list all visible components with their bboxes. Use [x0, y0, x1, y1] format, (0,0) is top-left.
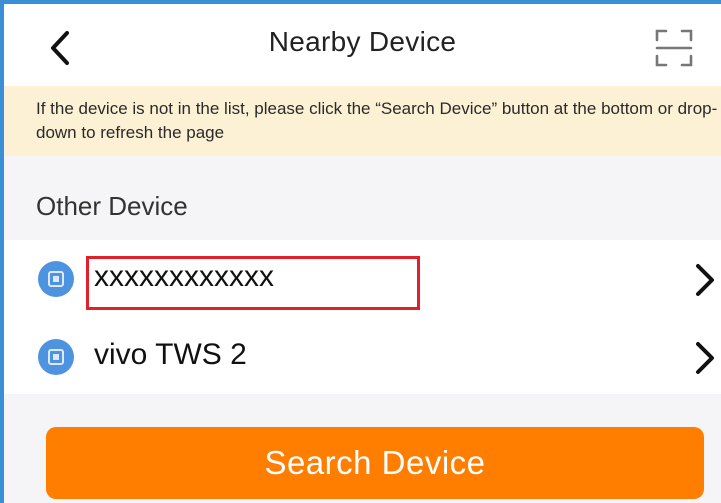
device-name: xxxxxxxxxxxx [94, 260, 274, 293]
top-bar: Nearby Device [4, 4, 721, 86]
chevron-right-icon [696, 264, 714, 296]
page-title: Nearby Device [268, 26, 457, 57]
device-icon [38, 339, 74, 375]
scan-frame-icon [655, 29, 693, 67]
app-screen: Nearby Device If the device is not in th… [0, 0, 721, 503]
search-device-button[interactable]: Search Device [46, 427, 704, 499]
scan-button[interactable] [652, 26, 696, 70]
device-list: xxxxxxxxxxxx vivo TWS 2 [4, 240, 721, 394]
section-title-other-device: Other Device [36, 191, 188, 221]
refresh-notice: If the device is not in the list, please… [4, 86, 721, 156]
device-name: vivo TWS 2 [94, 338, 247, 371]
device-icon [38, 261, 74, 297]
chevron-right-icon [696, 342, 714, 374]
device-row[interactable]: xxxxxxxxxxxx [4, 240, 721, 316]
device-row[interactable]: vivo TWS 2 [4, 318, 721, 394]
